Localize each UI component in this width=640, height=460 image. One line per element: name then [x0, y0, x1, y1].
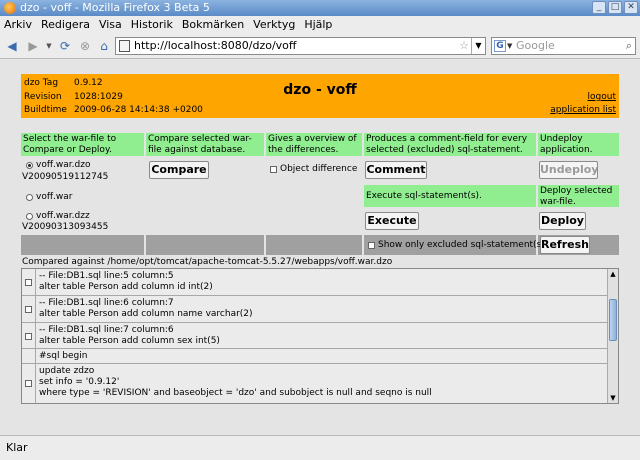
- window-titlebar[interactable]: dzo - voff - Mozilla Firefox 3 Beta 5 _ …: [0, 0, 640, 16]
- search-icon[interactable]: ⌕: [626, 38, 632, 54]
- refresh-button[interactable]: Refresh: [540, 236, 590, 254]
- history-dropdown-icon[interactable]: ▼: [42, 39, 56, 53]
- maximize-icon[interactable]: □: [608, 1, 622, 14]
- statement-checkbox[interactable]: [25, 279, 32, 286]
- statement-text: #sql begin: [39, 351, 88, 361]
- sql-statement-list[interactable]: -- File:DB1.sql line:5 column:5 alter ta…: [21, 268, 619, 404]
- compared-against-text: Compared against /home/opt/tomcat/apache…: [22, 257, 393, 267]
- statement-text: set info = '0.9.12': [39, 377, 120, 387]
- logout-link[interactable]: logout: [588, 92, 616, 102]
- comment-description: Produces a comment-field for every selec…: [364, 133, 536, 156]
- statement-row: -- File:DB1.sql line:7 column:6 alter ta…: [22, 323, 607, 349]
- buildtime-value: 2009-06-28 14:14:38 +0200: [74, 105, 203, 115]
- statement-text: -- File:DB1.sql line:7 column:6: [39, 325, 174, 335]
- menu-bar: Arkiv Redigera Visa Historik Bokmärken V…: [0, 16, 640, 33]
- war-name-3: voff.war.dzz: [36, 211, 90, 221]
- menu-hjalp[interactable]: Hjälp: [304, 18, 332, 31]
- statement-checkbox[interactable]: [25, 333, 32, 340]
- statement-row: -- File:DB1.sql line:5 column:5 alter ta…: [22, 269, 607, 296]
- select-description: Select the war-file to Compare or Deploy…: [21, 133, 144, 156]
- url-field[interactable]: http://localhost:8080/dzo/voff ☆ ▼: [115, 37, 486, 55]
- buildtime-label: Buildtime: [24, 105, 67, 115]
- statement-text: update zdzo: [39, 366, 95, 376]
- page-icon: [119, 40, 130, 52]
- scroll-up-icon[interactable]: ▲: [608, 270, 618, 278]
- minimize-icon[interactable]: _: [592, 1, 606, 14]
- bookmark-star-icon[interactable]: ☆: [459, 38, 469, 54]
- war-version-1: V20090519112745: [22, 172, 109, 182]
- war-name-2: voff.war: [36, 192, 73, 202]
- menu-verktyg[interactable]: Verktyg: [253, 18, 295, 31]
- statement-checkbox[interactable]: [25, 380, 32, 387]
- statement-row: update zdzo set info = '0.9.12' where ty…: [22, 364, 607, 403]
- search-field[interactable]: G ▼ Google ⌕: [491, 37, 636, 55]
- forward-icon[interactable]: ▶: [26, 39, 40, 53]
- undeploy-description: Undeploy application.: [538, 133, 619, 156]
- window-title: dzo - voff - Mozilla Firefox 3 Beta 5: [20, 1, 210, 14]
- search-engine-dropdown-icon[interactable]: ▼: [507, 38, 512, 54]
- compare-button[interactable]: Compare: [149, 161, 209, 179]
- war-name-1: voff.war.dzo: [36, 160, 91, 170]
- statement-text: alter table Person add column name varch…: [39, 309, 253, 319]
- close-icon[interactable]: ✕: [624, 1, 638, 14]
- url-dropdown-icon[interactable]: ▼: [471, 38, 485, 54]
- separator-cell-2: [146, 235, 264, 255]
- statement-row: #sql begin: [22, 349, 607, 364]
- show-excluded-checkbox[interactable]: [368, 242, 375, 249]
- statement-checkbox[interactable]: [25, 306, 32, 313]
- home-icon[interactable]: ⌂: [97, 39, 111, 53]
- war-radio-3[interactable]: [26, 213, 33, 220]
- menu-arkiv[interactable]: Arkiv: [4, 18, 32, 31]
- page-content: dzo Tag 0.9.12 Revision 1028:1029 Buildt…: [0, 60, 640, 435]
- status-text: Klar: [6, 441, 28, 454]
- statement-row: -- File:DB1.sql line:6 column:7 alter ta…: [22, 296, 607, 323]
- deploy-description: Deploy selected war-file.: [538, 185, 619, 207]
- show-excluded-label: Show only excluded sql-statement(s): [378, 240, 545, 250]
- search-placeholder: Google: [516, 39, 555, 52]
- object-difference-checkbox[interactable]: [270, 166, 277, 173]
- stop-icon[interactable]: ⊗: [78, 39, 92, 53]
- navigation-toolbar: ◀ ▶ ▼ ⟳ ⊗ ⌂ http://localhost:8080/dzo/vo…: [0, 33, 640, 59]
- comment-button[interactable]: Comment: [365, 161, 427, 179]
- war-radio-1[interactable]: [26, 162, 33, 169]
- execute-description: Execute sql-statement(s).: [364, 185, 536, 207]
- object-difference-label: Object difference: [280, 164, 358, 174]
- separator-cell-1: [21, 235, 144, 255]
- compare-description: Compare selected war-file against databa…: [146, 133, 264, 156]
- back-icon[interactable]: ◀: [5, 39, 19, 53]
- deploy-button[interactable]: Deploy: [539, 212, 586, 230]
- separator-cell-3: [266, 235, 362, 255]
- url-text: http://localhost:8080/dzo/voff: [134, 39, 297, 52]
- statement-text: -- File:DB1.sql line:6 column:7: [39, 298, 174, 308]
- reload-icon[interactable]: ⟳: [58, 39, 72, 53]
- firefox-icon: [4, 2, 16, 14]
- status-bar: Klar: [0, 435, 640, 460]
- menu-visa[interactable]: Visa: [99, 18, 122, 31]
- page-title: dzo - voff: [283, 82, 357, 98]
- menu-bokmarken[interactable]: Bokmärken: [182, 18, 244, 31]
- war-radio-2[interactable]: [26, 194, 33, 201]
- google-icon[interactable]: G: [494, 40, 506, 52]
- statement-text: alter table Person add column sex int(5): [39, 336, 220, 346]
- overview-description: Gives a overview of the differences.: [266, 133, 362, 156]
- war-version-3: V20090313093455: [22, 222, 109, 232]
- statement-text: -- File:DB1.sql line:5 column:5: [39, 271, 174, 281]
- statement-text: where type = 'REVISION' and baseobject =…: [39, 388, 432, 398]
- undeploy-button[interactable]: Undeploy: [539, 161, 598, 179]
- scrollbar-thumb[interactable]: [609, 299, 617, 341]
- app-header: dzo Tag 0.9.12 Revision 1028:1029 Buildt…: [21, 74, 619, 118]
- menu-historik[interactable]: Historik: [131, 18, 173, 31]
- application-list-link[interactable]: application list: [550, 105, 616, 115]
- menu-redigera[interactable]: Redigera: [41, 18, 90, 31]
- execute-button[interactable]: Execute: [365, 212, 419, 230]
- scroll-down-icon[interactable]: ▼: [608, 394, 618, 402]
- list-scrollbar[interactable]: ▲ ▼: [607, 269, 618, 403]
- statement-text: alter table Person add column id int(2): [39, 282, 213, 292]
